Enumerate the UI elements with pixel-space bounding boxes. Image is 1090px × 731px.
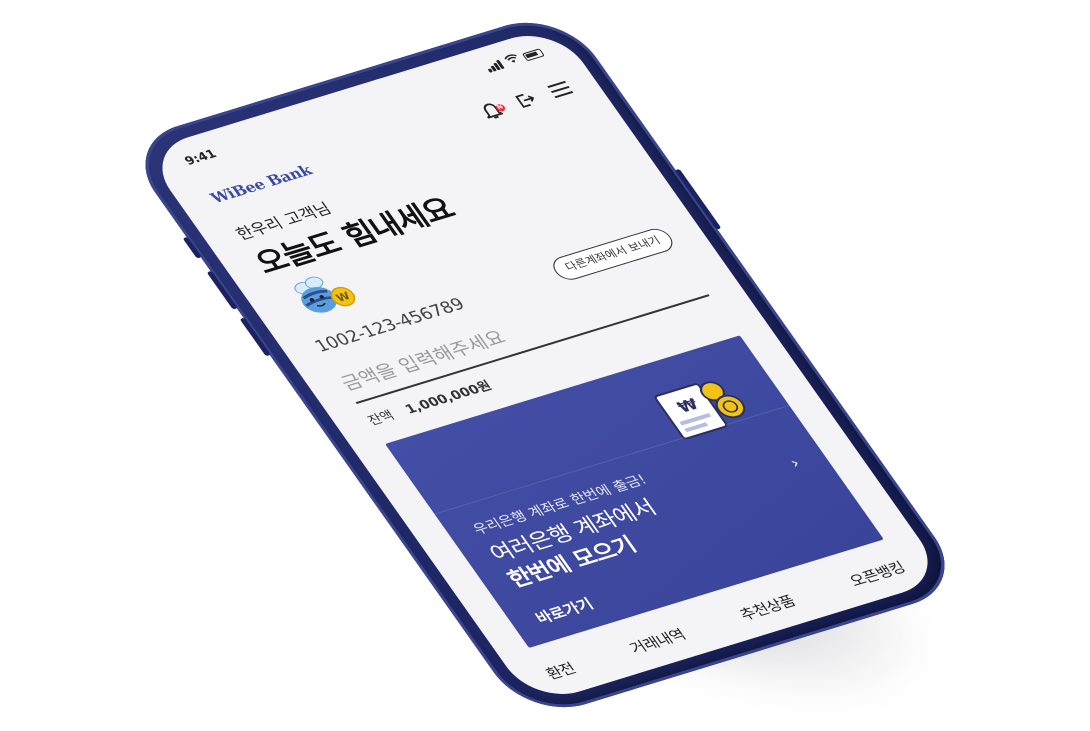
logout-icon[interactable] [510, 89, 542, 112]
brand-logo: WiBee Bank [206, 161, 316, 207]
chevron-right-icon[interactable]: › [786, 454, 804, 472]
menu-item-open-banking[interactable]: 오픈뱅킹 [844, 557, 909, 591]
shortcut-link[interactable]: 바로가기 [531, 594, 598, 628]
money-document-icon: ₩ [644, 368, 761, 446]
phone-frame: 9:41 WiBee Bank N 한우리 고객님 오늘도 힘내세요 W 100… [120, 8, 970, 722]
battery-icon [521, 48, 545, 62]
status-icons [483, 46, 545, 73]
menu-item-transactions[interactable]: 거래내역 [625, 624, 690, 658]
signal-icon [484, 59, 505, 73]
balance-label: 잔액 [365, 408, 398, 429]
wifi-icon [502, 53, 522, 67]
bell-icon[interactable]: N [477, 99, 509, 122]
phone-screen: 9:41 WiBee Bank N 한우리 고객님 오늘도 힘내세요 W 100… [142, 24, 948, 706]
status-time: 9:41 [181, 146, 220, 168]
silent-switch [182, 236, 202, 259]
menu-item-exchange[interactable]: 환전 [541, 658, 580, 684]
page-headline: 오늘도 힘내세요 [248, 192, 462, 281]
device-mockup-scene: 9:41 WiBee Bank N 한우리 고객님 오늘도 힘내세요 W 100… [0, 0, 1090, 731]
menu-icon[interactable] [544, 78, 576, 101]
menu-item-recommended[interactable]: 추천상품 [735, 590, 800, 624]
